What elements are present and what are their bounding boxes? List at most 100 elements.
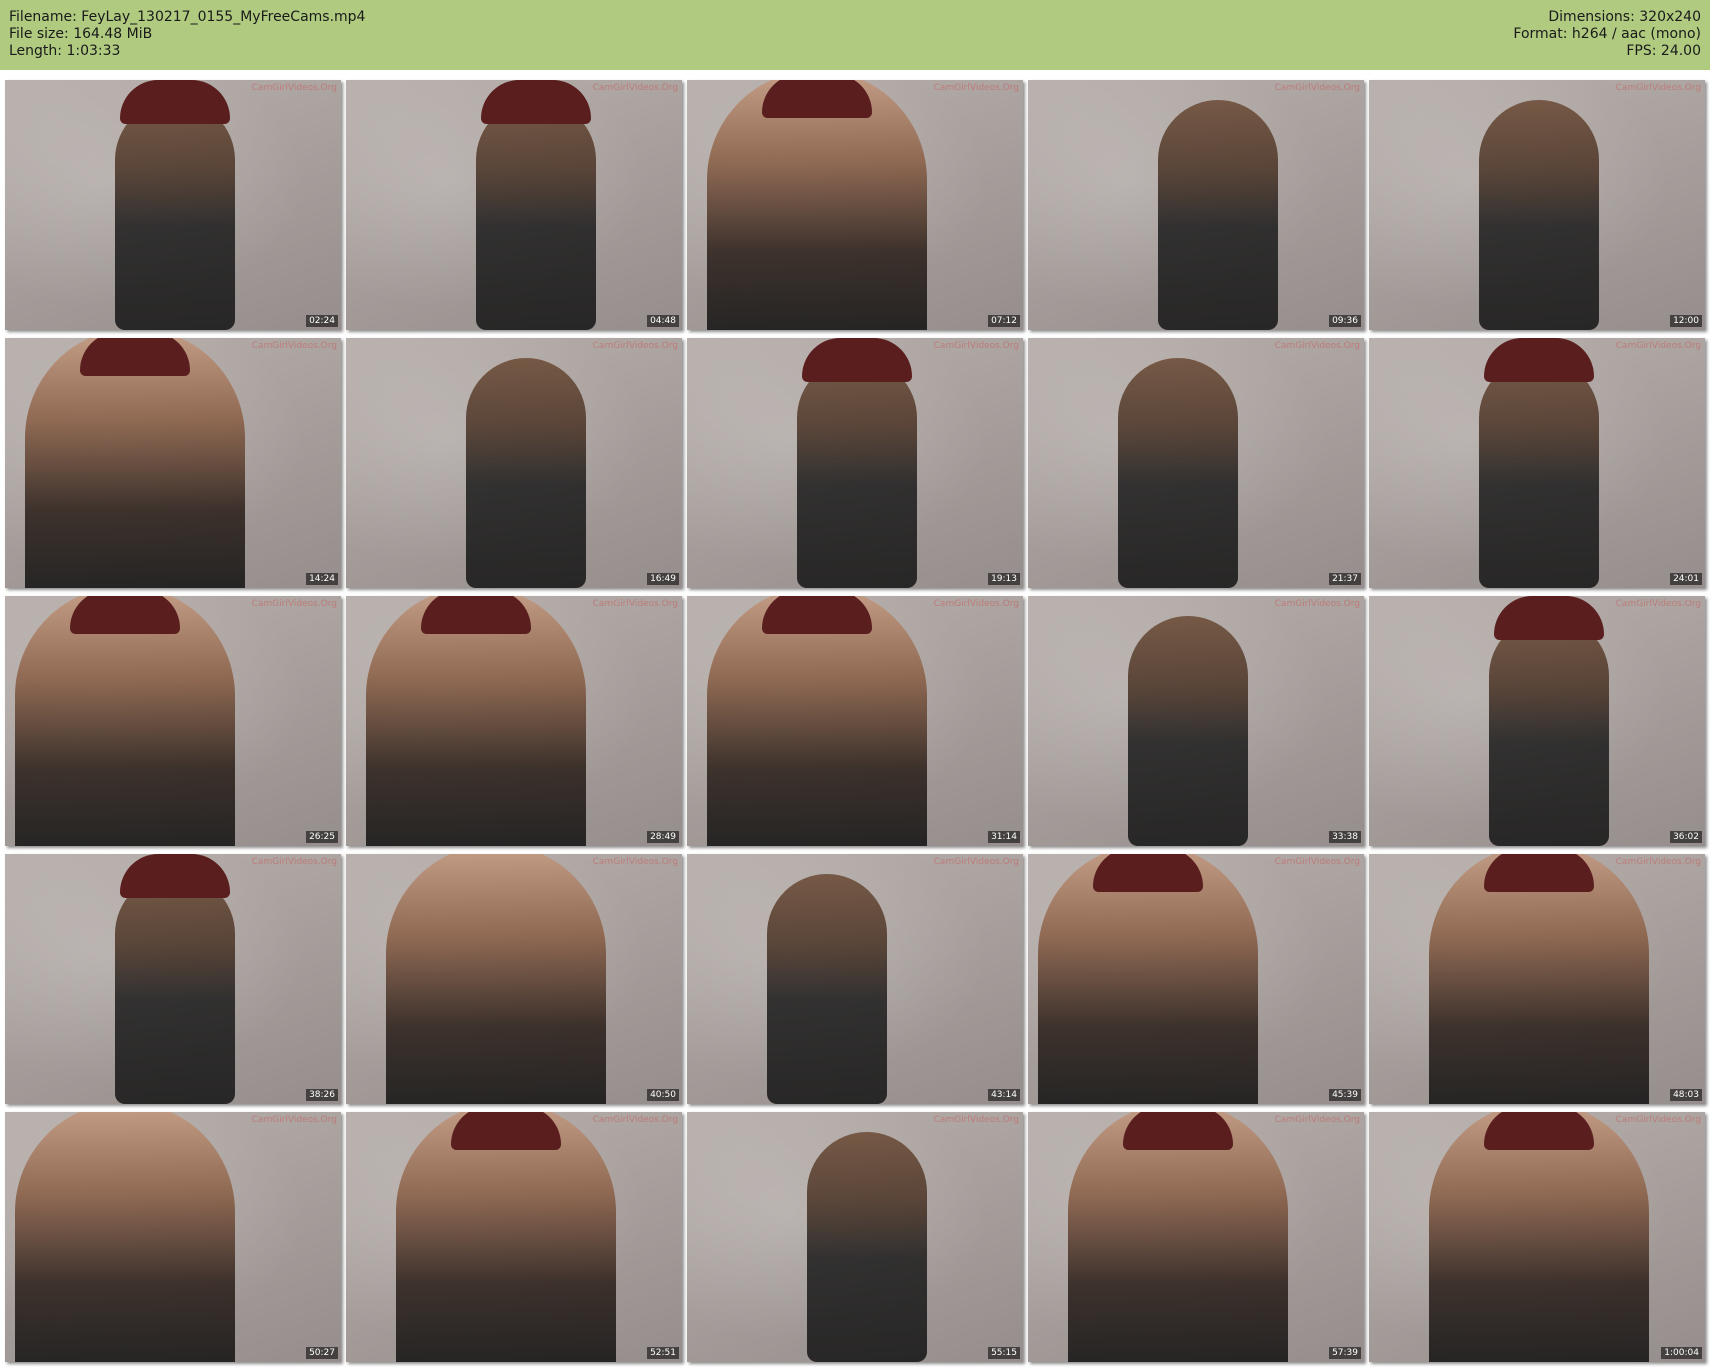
person-silhouette [1158,100,1278,330]
thumbnail-frame: CamGirlVideos.Org 21:37 [1028,338,1364,588]
cap-icon [70,596,180,634]
thumbnail-frame: CamGirlVideos.Org 12:00 [1369,80,1705,330]
timestamp-label: 24:01 [1670,573,1702,585]
thumbnail-frame: CamGirlVideos.Org 16:49 [346,338,682,588]
cap-icon [481,80,591,124]
watermark-text: CamGirlVideos.Org [1615,341,1701,351]
timestamp-label: 36:02 [1670,831,1702,843]
timestamp-label: 19:13 [988,573,1020,585]
thumbnail-frame: CamGirlVideos.Org 40:50 [346,854,682,1104]
filename-text: Filename: FeyLay_130217_0155_MyFreeCams.… [9,9,366,25]
timestamp-label: 16:49 [647,573,679,585]
thumbnail-frame: CamGirlVideos.Org 57:39 [1028,1112,1364,1362]
thumbnail-frame: CamGirlVideos.Org 55:15 [687,1112,1023,1362]
timestamp-label: 40:50 [647,1089,679,1101]
timestamp-label: 50:27 [306,1347,338,1359]
person-silhouette [386,854,606,1104]
timestamp-label: 45:39 [1329,1089,1361,1101]
timestamp-label: 1:00:04 [1661,1347,1702,1359]
watermark-text: CamGirlVideos.Org [592,599,678,609]
person-silhouette [115,100,235,330]
watermark-text: CamGirlVideos.Org [1615,857,1701,867]
timestamp-label: 55:15 [988,1347,1020,1359]
timestamp-label: 31:14 [988,831,1020,843]
thumbnail-grid: CamGirlVideos.Org 02:24 CamGirlVideos.Org 0… [5,80,1705,1364]
timestamp-label: 09:36 [1329,315,1361,327]
watermark-text: CamGirlVideos.Org [933,857,1019,867]
watermark-text: CamGirlVideos.Org [251,83,337,93]
timestamp-label: 02:24 [306,315,338,327]
cap-icon [762,80,872,118]
filesize-text: File size: 164.48 MiB [9,26,153,42]
watermark-text: CamGirlVideos.Org [1274,599,1360,609]
thumbnail-frame: CamGirlVideos.Org 04:48 [346,80,682,330]
timestamp-label: 33:38 [1329,831,1361,843]
thumbnail-frame: CamGirlVideos.Org 1:00:04 [1369,1112,1705,1362]
timestamp-label: 12:00 [1670,315,1702,327]
timestamp-label: 38:26 [306,1089,338,1101]
watermark-text: CamGirlVideos.Org [1274,341,1360,351]
thumbnail-frame: CamGirlVideos.Org 28:49 [346,596,682,846]
thumbnail-frame: CamGirlVideos.Org 52:51 [346,1112,682,1362]
thumbnail-frame: CamGirlVideos.Org 14:24 [5,338,341,588]
watermark-text: CamGirlVideos.Org [933,341,1019,351]
thumbnail-frame: CamGirlVideos.Org 19:13 [687,338,1023,588]
watermark-text: CamGirlVideos.Org [251,857,337,867]
thumbnail-frame: CamGirlVideos.Org 45:39 [1028,854,1364,1104]
cap-icon [1484,338,1594,382]
cap-icon [1484,854,1594,892]
cap-icon [762,596,872,634]
thumbnail-frame: CamGirlVideos.Org 38:26 [5,854,341,1104]
dimensions-text: Dimensions: 320x240 [1548,9,1701,25]
watermark-text: CamGirlVideos.Org [592,83,678,93]
thumbnail-frame: CamGirlVideos.Org 02:24 [5,80,341,330]
watermark-text: CamGirlVideos.Org [251,1115,337,1125]
timestamp-label: 14:24 [306,573,338,585]
timestamp-label: 04:48 [647,315,679,327]
thumbnail-frame: CamGirlVideos.Org 50:27 [5,1112,341,1362]
cap-icon [1093,854,1203,892]
watermark-text: CamGirlVideos.Org [592,1115,678,1125]
metadata-header: Filename: FeyLay_130217_0155_MyFreeCams.… [0,0,1710,70]
person-silhouette [767,874,887,1104]
person-silhouette [476,100,596,330]
timestamp-label: 48:03 [1670,1089,1702,1101]
watermark-text: CamGirlVideos.Org [933,83,1019,93]
person-silhouette [466,358,586,588]
timestamp-label: 43:14 [988,1089,1020,1101]
fps-text: FPS: 24.00 [1626,43,1701,59]
thumbnail-frame: CamGirlVideos.Org 09:36 [1028,80,1364,330]
metadata-left: Filename: FeyLay_130217_0155_MyFreeCams.… [9,9,365,60]
thumbnail-frame: CamGirlVideos.Org 33:38 [1028,596,1364,846]
cap-icon [1494,596,1604,640]
timestamp-label: 21:37 [1329,573,1361,585]
thumbnail-frame: CamGirlVideos.Org 31:14 [687,596,1023,846]
person-silhouette [15,1112,235,1362]
thumbnail-frame: CamGirlVideos.Org 26:25 [5,596,341,846]
watermark-text: CamGirlVideos.Org [592,857,678,867]
watermark-text: CamGirlVideos.Org [251,341,337,351]
cap-icon [421,596,531,634]
metadata-right: Dimensions: 320x240 Format: h264 / aac (… [1513,9,1701,60]
thumbnail-frame: CamGirlVideos.Org 24:01 [1369,338,1705,588]
watermark-text: CamGirlVideos.Org [1615,1115,1701,1125]
cap-icon [80,338,190,376]
person-silhouette [1479,358,1599,588]
person-silhouette [1479,100,1599,330]
cap-icon [1484,1112,1594,1150]
cap-icon [120,80,230,124]
cap-icon [120,854,230,898]
watermark-text: CamGirlVideos.Org [933,1115,1019,1125]
watermark-text: CamGirlVideos.Org [1274,857,1360,867]
person-silhouette [1489,616,1609,846]
watermark-text: CamGirlVideos.Org [1274,1115,1360,1125]
watermark-text: CamGirlVideos.Org [592,341,678,351]
person-silhouette [1118,358,1238,588]
cap-icon [802,338,912,382]
thumbnail-frame: CamGirlVideos.Org 43:14 [687,854,1023,1104]
person-silhouette [1128,616,1248,846]
thumbnail-frame: CamGirlVideos.Org 36:02 [1369,596,1705,846]
length-text: Length: 1:03:33 [9,43,121,59]
timestamp-label: 52:51 [647,1347,679,1359]
timestamp-label: 07:12 [988,315,1020,327]
